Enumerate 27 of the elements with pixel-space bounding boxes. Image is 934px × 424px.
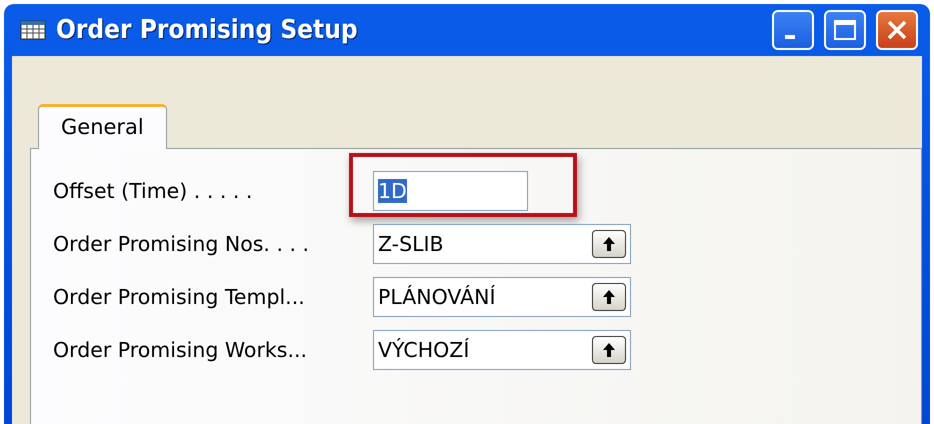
up-arrow-icon	[602, 342, 616, 358]
minimize-button[interactable]	[772, 10, 814, 50]
field-value: VÝCHOZÍ	[378, 338, 470, 362]
field-label: Order Promising Works...	[53, 338, 308, 362]
table-window-icon	[20, 20, 46, 40]
input-field[interactable]: Z-SLIB	[373, 224, 631, 264]
close-button[interactable]	[876, 10, 918, 50]
maximize-icon	[833, 19, 857, 41]
window-title: Order Promising Setup	[56, 15, 359, 45]
lookup-button[interactable]	[592, 336, 626, 364]
lookup-button[interactable]	[592, 230, 626, 258]
tab[interactable]: General	[38, 104, 167, 149]
input-field[interactable]: PLÁNOVÁNÍ	[373, 277, 631, 317]
close-icon	[886, 19, 908, 41]
up-arrow-icon	[602, 289, 616, 305]
field-label: Offset (Time) . . . . .	[53, 179, 254, 203]
input-field[interactable]: VÝCHOZÍ	[373, 330, 631, 370]
field-label: Order Promising Templ...	[53, 285, 306, 309]
field-value: 1D	[378, 179, 407, 203]
lookup-button[interactable]	[592, 283, 626, 311]
minimize-icon	[785, 35, 795, 39]
maximize-button[interactable]	[824, 10, 866, 50]
field-value: Z-SLIB	[378, 232, 444, 256]
field-label: Order Promising Nos. . . .	[53, 232, 310, 256]
up-arrow-icon	[602, 236, 616, 252]
input-field[interactable]: 1D	[373, 171, 528, 211]
field-value: PLÁNOVÁNÍ	[378, 285, 496, 309]
